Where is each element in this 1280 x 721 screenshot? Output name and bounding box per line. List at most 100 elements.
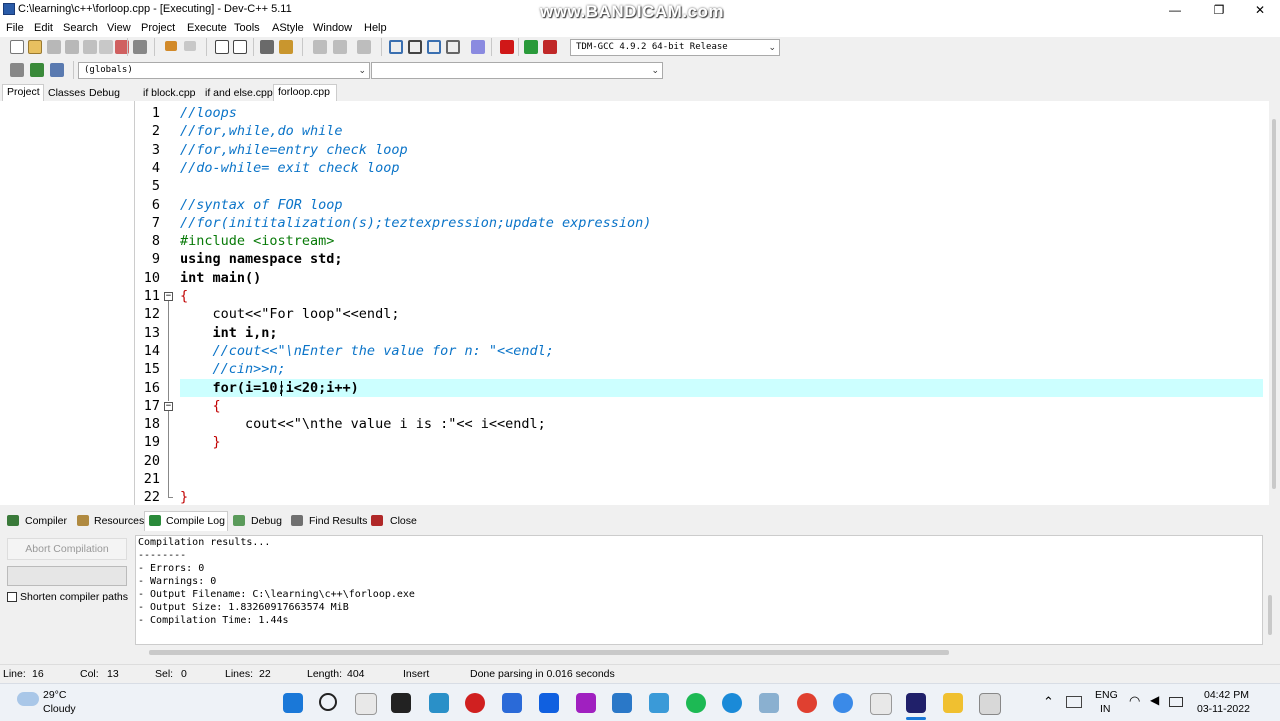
snipping-tool-icon[interactable] [759,693,779,713]
weather-desc[interactable]: Cloudy [43,703,76,715]
compile-icon[interactable] [389,40,403,54]
new-file-icon[interactable] [10,40,24,54]
wifi-icon[interactable]: ◠ [1129,693,1140,709]
delete-profile-icon[interactable] [543,40,557,54]
tab-resources[interactable]: Resources [94,515,144,527]
bookmark-icon[interactable] [279,40,293,54]
shorten-paths-checkbox[interactable] [7,592,17,602]
find-icon[interactable] [215,40,229,54]
run-icon[interactable] [408,40,422,54]
chrome-icon[interactable] [797,693,817,713]
tab-forloop[interactable]: forloop.cpp [278,86,330,98]
editor-vertical-scrollbar[interactable] [1269,101,1280,505]
print-icon[interactable] [133,40,147,54]
close-file-icon[interactable] [83,40,97,54]
close-window-button[interactable]: ✕ [1240,0,1280,20]
task-view-icon[interactable] [355,693,377,715]
undo-icon[interactable] [165,41,177,51]
open-file-icon[interactable] [28,40,42,54]
tab-close[interactable]: Close [390,515,417,527]
speaker-icon[interactable]: ◀ [1150,693,1159,707]
pdf-viewer-icon[interactable] [870,693,892,715]
menu-help[interactable]: Help [364,22,387,34]
search-icon[interactable] [319,693,337,711]
members-select[interactable]: ⌄ [371,62,663,79]
menu-tools[interactable]: Tools [234,22,260,34]
clock-date[interactable]: 03-11-2022 [1197,703,1250,715]
menu-view[interactable]: View [107,22,131,34]
fold-toggle-icon[interactable]: − [164,402,173,411]
file-explorer-icon[interactable] [943,693,963,713]
goto-line-icon[interactable] [260,40,274,54]
edge-icon[interactable] [722,693,742,713]
scrollbar-thumb[interactable] [1268,595,1272,635]
check-syntax-icon[interactable] [471,40,485,54]
globals-select[interactable]: (globals) ⌄ [78,62,370,79]
title-bar: C:\learning\c++\forloop.cpp - [Executing… [0,0,1280,21]
scrollbar-thumb[interactable] [1272,119,1276,489]
log-horizontal-scrollbar[interactable] [135,646,1263,660]
battery-icon[interactable] [1169,697,1183,707]
tab-if-and-else[interactable]: if and else.cpp [205,87,273,99]
chat-icon[interactable] [429,693,449,713]
close-all-icon[interactable] [99,40,113,54]
bandicam-record-icon[interactable] [465,693,485,713]
maximize-button[interactable]: ❐ [1199,0,1239,20]
tab-project[interactable]: Project [7,86,40,98]
menu-file[interactable]: File [6,22,24,34]
scrollbar-thumb[interactable] [149,650,949,655]
dropbox-icon[interactable] [539,693,559,713]
clock-time[interactable]: 04:42 PM [1204,689,1249,701]
unindent-icon[interactable] [333,40,347,54]
tab-classes[interactable]: Classes [48,87,85,99]
fold-toggle-icon[interactable]: − [164,292,173,301]
goto-icon[interactable] [30,63,44,77]
tab-find-results[interactable]: Find Results [309,515,367,527]
weather-temp[interactable]: 29°C [43,689,66,701]
tab-compile-log[interactable]: Compile Log [166,515,225,527]
language-code[interactable]: ENG [1095,689,1118,701]
stop-execution-icon[interactable] [500,40,514,54]
tab-compiler[interactable]: Compiler [25,515,67,527]
menu-edit[interactable]: Edit [34,22,53,34]
class-browser-icon[interactable] [50,63,64,77]
compiler-select[interactable]: TDM-GCC 4.9.2 64-bit Release ⌄ [570,39,780,56]
store-icon[interactable] [612,693,632,713]
compile-log-output[interactable]: Compilation results... -------- - Errors… [135,535,1263,645]
log-vertical-scrollbar[interactable] [1264,535,1278,645]
rebuild-icon[interactable] [446,40,460,54]
tab-if-block[interactable]: if block.cpp [143,87,196,99]
notepad-icon[interactable] [649,693,669,713]
chevron-up-icon[interactable]: ⌃ [1043,694,1054,710]
compile-run-icon[interactable] [427,40,441,54]
keyboard-icon[interactable] [1066,696,1082,708]
toggle-comment-icon[interactable] [357,40,371,54]
tab-debug-bottom[interactable]: Debug [251,515,282,527]
profile-chart-icon[interactable] [524,40,538,54]
abort-compilation-button[interactable]: Abort Compilation [7,538,127,560]
insert-icon[interactable] [10,63,24,77]
menu-search[interactable]: Search [63,22,98,34]
cloud-weather-icon[interactable] [17,692,39,706]
code-editor[interactable]: 1 2 3 4 5 6 7 8 9 10 11 12 13 14 15 16 1… [135,101,1269,505]
replace-icon[interactable] [233,40,247,54]
menu-execute[interactable]: Execute [187,22,227,34]
terminal-icon[interactable] [391,693,411,713]
tab-debug[interactable]: Debug [89,87,120,99]
indent-icon[interactable] [313,40,327,54]
language-region[interactable]: IN [1100,703,1111,715]
mail-icon[interactable] [502,693,522,713]
redo-icon[interactable] [184,41,196,51]
minimize-button[interactable]: — [1155,0,1195,20]
firefox-icon[interactable] [833,693,853,713]
menu-astyle[interactable]: AStyle [272,22,304,34]
app-window-icon[interactable] [979,693,1001,715]
menu-window[interactable]: Window [313,22,352,34]
menu-project[interactable]: Project [141,22,175,34]
app-icon[interactable] [576,693,596,713]
save-all-icon[interactable] [65,40,79,54]
windows-start-icon[interactable] [283,693,303,713]
devcpp-taskbar-icon[interactable] [906,693,926,713]
spotify-icon[interactable] [686,693,706,713]
save-icon[interactable] [47,40,61,54]
